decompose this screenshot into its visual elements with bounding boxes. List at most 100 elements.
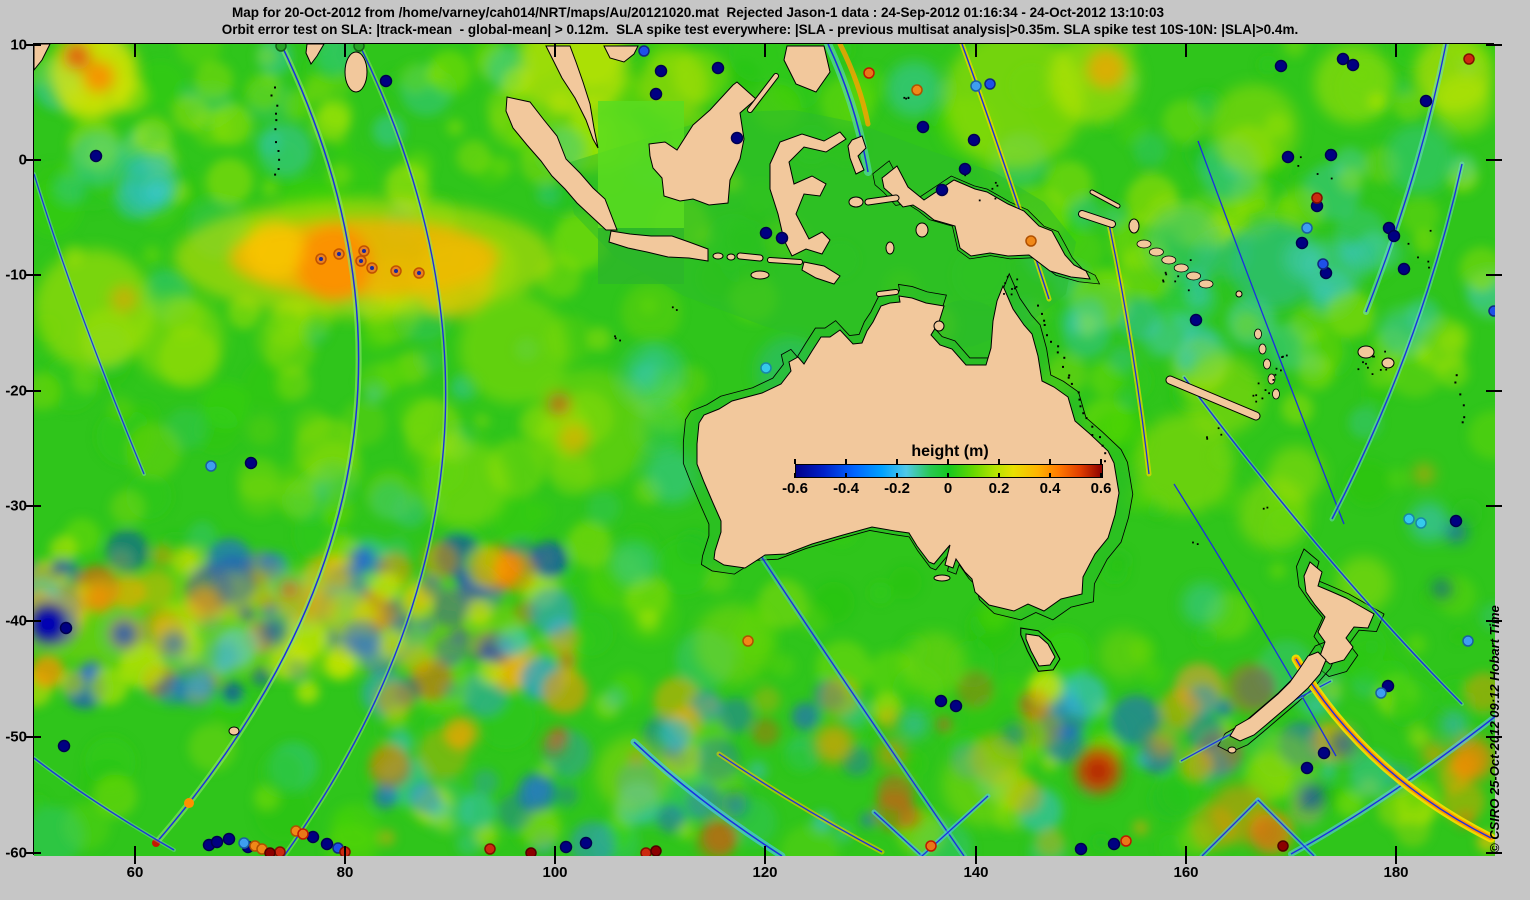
rejected-data-point bbox=[760, 362, 772, 374]
y-tick-label: 0 bbox=[18, 151, 27, 169]
colorbar-tick bbox=[794, 459, 796, 464]
rejected-data-point bbox=[210, 835, 224, 849]
x-tick-bottom bbox=[1395, 846, 1397, 864]
colorbar-tick bbox=[794, 473, 796, 478]
y-tick-label: -50 bbox=[5, 728, 27, 746]
rejected-data-point-core bbox=[337, 252, 341, 256]
x-tick-bottom bbox=[975, 846, 977, 864]
rejected-data-point bbox=[1301, 222, 1313, 234]
y-tick-right bbox=[1486, 505, 1502, 507]
land-melville-island bbox=[877, 290, 898, 296]
rejected-data-point bbox=[379, 74, 393, 88]
rejected-data-point bbox=[1419, 94, 1433, 108]
rejected-data-point bbox=[484, 843, 496, 855]
x-tick-top bbox=[134, 43, 136, 57]
land-fiji-vanua-levu bbox=[1381, 357, 1395, 369]
rejected-data-point bbox=[1317, 258, 1329, 270]
rejected-data-point bbox=[935, 183, 949, 197]
rejected-data-point bbox=[1397, 262, 1411, 276]
rejected-data-point bbox=[711, 61, 725, 75]
y-tick-left bbox=[25, 736, 41, 738]
rejected-data-point bbox=[1415, 517, 1427, 529]
rejected-data-point bbox=[638, 45, 650, 57]
x-tick-bottom bbox=[134, 846, 136, 864]
colorbar-tick-label: -0.4 bbox=[833, 480, 859, 497]
rejected-data-point bbox=[925, 840, 937, 852]
figure-title-line-2: Orbit error test on SLA: |track-mean - g… bbox=[221, 22, 1299, 37]
rejected-data-point bbox=[244, 456, 258, 470]
rejected-data-point bbox=[57, 739, 71, 753]
x-tick-label: 120 bbox=[752, 864, 778, 881]
land-solomons bbox=[1198, 279, 1214, 289]
x-tick-bottom bbox=[344, 846, 346, 864]
colorbar-tick bbox=[1049, 459, 1051, 464]
y-tick-right bbox=[1486, 390, 1502, 392]
rejected-data-point-core bbox=[370, 266, 374, 270]
land-groote bbox=[933, 320, 945, 332]
colorbar-title: height (m) bbox=[911, 443, 989, 460]
rejected-data-point bbox=[1463, 53, 1475, 65]
x-tick-top bbox=[1185, 43, 1187, 57]
x-tick-top bbox=[764, 43, 766, 57]
land-santa-cruz bbox=[1235, 290, 1243, 298]
rejected-data-point bbox=[264, 847, 276, 856]
x-tick-top bbox=[554, 43, 556, 57]
land-flores bbox=[768, 258, 802, 264]
land-bougainville bbox=[1128, 218, 1140, 234]
colorbar-tick-label: 0 bbox=[943, 480, 953, 497]
rejected-data-point bbox=[649, 87, 663, 101]
rejected-data-point bbox=[274, 846, 286, 856]
rejected-data-point bbox=[1300, 761, 1314, 775]
colorbar: height (m) -0.6 -0.4 -0.2 0 0.2 0.4 0.6 bbox=[782, 443, 1118, 501]
colorbar-tick-label: 0.2 bbox=[988, 480, 1010, 497]
rejected-data-point bbox=[967, 133, 981, 147]
y-tick-right bbox=[1486, 44, 1502, 46]
rejected-data-point-core bbox=[359, 259, 363, 263]
colorbar-tick bbox=[896, 473, 898, 478]
rejected-data-point bbox=[775, 231, 789, 245]
rejected-data-point bbox=[730, 131, 744, 145]
rejected-data-point-core bbox=[362, 249, 366, 253]
rejected-data-point bbox=[1311, 192, 1323, 204]
rejected-data-point bbox=[1346, 58, 1360, 72]
x-tick-top bbox=[1395, 43, 1397, 57]
rejected-data-point bbox=[205, 460, 217, 472]
colorbar-tick bbox=[998, 473, 1000, 478]
rejected-data-point bbox=[1449, 514, 1463, 528]
colorbar-tick bbox=[998, 459, 1000, 464]
rejected-data-point bbox=[1074, 842, 1088, 856]
rejected-data-point bbox=[1387, 229, 1401, 243]
y-tick-left bbox=[25, 505, 41, 507]
land-kangaroo-island bbox=[933, 574, 951, 582]
rejected-data-point bbox=[353, 44, 365, 52]
rejected-data-point bbox=[984, 78, 996, 90]
land-solomons bbox=[1186, 271, 1201, 281]
rejected-data-point bbox=[1375, 687, 1387, 699]
land-buru bbox=[848, 196, 864, 208]
y-tick-label: -10 bbox=[5, 266, 27, 284]
rejected-data-point bbox=[1107, 837, 1121, 851]
land-bali bbox=[712, 252, 724, 260]
y-tick-right bbox=[1486, 274, 1502, 276]
y-tick-label: 10 bbox=[10, 36, 27, 54]
x-tick-label: 60 bbox=[126, 864, 144, 881]
land-lombok bbox=[726, 253, 736, 261]
land-solomons bbox=[1173, 263, 1189, 273]
land-sri-lanka bbox=[344, 51, 368, 93]
rejected-data-point bbox=[1281, 150, 1295, 164]
rejected-data-point bbox=[525, 847, 537, 856]
rejected-data-point bbox=[297, 828, 309, 840]
rejected-data-point bbox=[640, 847, 652, 856]
rejected-data-point bbox=[742, 635, 754, 647]
land-vanuatu bbox=[1258, 343, 1267, 355]
y-tick-left bbox=[25, 159, 41, 161]
land-solomons bbox=[1161, 255, 1177, 265]
figure-title-line-1: Map for 20-Oct-2012 from /home/varney/ca… bbox=[232, 5, 1164, 20]
colorbar-tick-label: -0.6 bbox=[782, 480, 808, 497]
copyright-credit: © CSIRO 25-Oct-2012 09:12 Hobart Time bbox=[1487, 605, 1502, 853]
rejected-data-point bbox=[579, 836, 593, 850]
rejected-data-point-core bbox=[417, 271, 421, 275]
land-vanuatu bbox=[1254, 328, 1262, 340]
rejected-data-point bbox=[1120, 835, 1132, 847]
rejected-data-point bbox=[1295, 236, 1309, 250]
